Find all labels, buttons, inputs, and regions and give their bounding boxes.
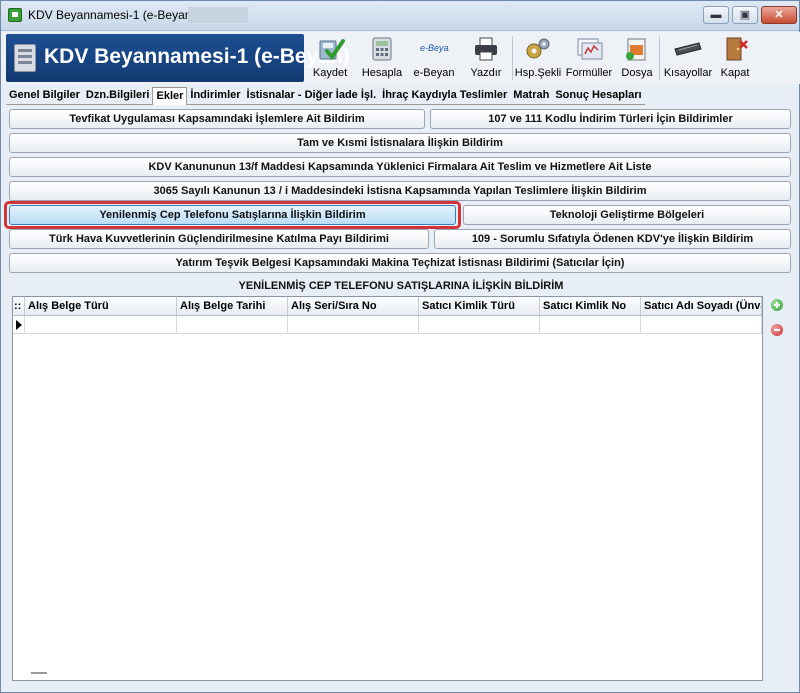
table-row[interactable] (13, 316, 762, 334)
printer-icon (475, 37, 497, 61)
keyboard-icon (674, 42, 702, 56)
calculate-button[interactable]: Hesapla (356, 32, 408, 84)
close-form-button[interactable]: Kapat (716, 32, 754, 84)
gears-icon (526, 38, 550, 59)
maximize-button[interactable]: ▣ (732, 6, 758, 24)
shortcuts-button[interactable]: Kısayollar (660, 32, 716, 84)
e-beyan-label: e-Beyan (413, 67, 455, 79)
cell-alis-belge-tarihi[interactable] (177, 316, 288, 334)
column-alis-belge-tarihi[interactable]: Alış Belge Tarihi (177, 297, 288, 315)
column-alis-seri-sira-no[interactable]: Alış Seri/Sıra No (288, 297, 419, 315)
minimize-button[interactable]: ▬ (703, 6, 729, 24)
save-button[interactable]: Kaydet (304, 32, 356, 84)
column-satici-adi-soyadi[interactable]: Satıcı Adı Soyadı (Ünvanı) (641, 297, 762, 315)
grid-corner[interactable]: :: (13, 297, 25, 315)
column-satici-kimlik-no[interactable]: Satıcı Kimlik No (540, 297, 641, 315)
toolbar: Kaydet Hesapla e-Beyan e-Beyan (304, 32, 754, 84)
tab-dzn-bilgileri[interactable]: Dzn.Bilgileri (82, 87, 153, 105)
cep-telefonu-button[interactable]: Yenilenmiş Cep Telefonu Satışlarına İliş… (9, 205, 456, 225)
shortcuts-label: Kısayollar (663, 67, 713, 79)
cell-satici-kimlik-no[interactable] (540, 316, 641, 334)
tab-genel-bilgiler[interactable]: Genel Bilgiler (6, 87, 83, 105)
calculate-label: Hesapla (361, 67, 403, 79)
tevfikat-button[interactable]: Tevfikat Uygulaması Kapsamındaki İşlemle… (9, 109, 425, 129)
app-window: KDV Beyannamesi-1 (e-Beyan) ▬ ▣ ✕ KDV Be… (0, 0, 800, 693)
tab-istisnalar[interactable]: İstisnalar - Diğer İade İşl. (243, 87, 380, 105)
column-alis-belge-turu[interactable]: Alış Belge Türü (25, 297, 177, 315)
remove-row-icon[interactable] (771, 324, 783, 336)
add-row-icon[interactable] (771, 299, 783, 311)
section-title: YENİLENMİŞ CEP TELEFONU SATIŞLARINA İLİŞ… (238, 280, 564, 292)
document-icon (14, 44, 36, 72)
tab-sonuc-hesaplari[interactable]: Sonuç Hesapları (552, 87, 645, 105)
cell-alis-belge-turu[interactable] (25, 316, 177, 334)
tab-ihrac-kaydiyla[interactable]: İhraç Kaydıyla Teslimler (379, 87, 511, 105)
cell-alis-seri-sira-no[interactable] (288, 316, 419, 334)
formulas-button[interactable]: Formüller (563, 32, 615, 84)
window-title: KDV Beyannamesi-1 (e-Beyan) (28, 8, 196, 22)
calc-mode-button[interactable]: Hsp.Şekli (513, 32, 563, 84)
formulas-label: Formüller (565, 67, 613, 79)
print-label: Yazdır (470, 67, 502, 79)
svg-text:e-Beyan: e-Beyan (420, 43, 449, 53)
e-beyan-icon: e-Beyan (420, 43, 449, 53)
yatirim-tesvik-button[interactable]: Yatırım Teşvik Belgesi Kapsamındaki Maki… (9, 253, 791, 273)
grid-footer-indicator (31, 672, 47, 674)
brand-banner: KDV Beyannamesi-1 (e-Beyan) (6, 34, 350, 82)
save-check-icon (319, 39, 345, 61)
header-band: KDV Beyannamesi-1 (e-Beyan) Kaydet Hesap… (2, 32, 800, 84)
teknoloji-bolgeleri-button[interactable]: Teknoloji Geliştirme Bölgeleri (463, 205, 791, 225)
tab-matrah[interactable]: Matrah (510, 87, 553, 105)
e-beyan-button[interactable]: e-Beyan e-Beyan (408, 32, 460, 84)
print-button[interactable]: Yazdır (460, 32, 512, 84)
current-row-arrow-icon (16, 320, 22, 330)
row-selector[interactable] (13, 316, 25, 334)
grid-header: :: Alış Belge Türü Alış Belge Tarihi Alı… (13, 297, 762, 316)
redacted-title-area (188, 7, 248, 23)
file-icon (626, 38, 646, 61)
tab-indirimler[interactable]: İndirimler (187, 87, 244, 105)
column-satici-kimlik-turu[interactable]: Satıcı Kimlik Türü (419, 297, 540, 315)
cell-satici-kimlik-turu[interactable] (419, 316, 540, 334)
kanun-3065-button[interactable]: 3065 Sayılı Kanunun 13 / i Maddesindeki … (9, 181, 791, 201)
exit-door-icon (726, 37, 748, 61)
tam-kismi-istisna-button[interactable]: Tam ve Kısmi İstisnalara İlişkin Bildiri… (9, 133, 791, 153)
calc-mode-label: Hsp.Şekli (514, 67, 562, 79)
close-form-label: Kapat (720, 67, 750, 79)
cell-satici-adi-soyadi[interactable] (641, 316, 762, 334)
calculator-icon (372, 37, 392, 61)
save-label: Kaydet (312, 67, 348, 79)
close-window-button[interactable]: ✕ (761, 6, 797, 24)
app-icon (8, 8, 22, 22)
hava-kuvvetleri-button[interactable]: Türk Hava Kuvvetlerinin Güçlendirilmesin… (9, 229, 429, 249)
data-grid[interactable]: :: Alış Belge Türü Alış Belge Tarihi Alı… (12, 296, 763, 681)
kdv-13f-button[interactable]: KDV Kanununun 13/f Maddesi Kapsamında Yü… (9, 157, 791, 177)
file-button[interactable]: Dosya (615, 32, 659, 84)
tab-strip: Genel Bilgiler Dzn.Bilgileri Ekler İndir… (6, 87, 645, 105)
title-bar: KDV Beyannamesi-1 (e-Beyan) ▬ ▣ ✕ (1, 1, 799, 31)
kod-107-111-button[interactable]: 107 ve 111 Kodlu İndirim Türleri İçin Bi… (430, 109, 791, 129)
file-label: Dosya (621, 67, 653, 79)
tab-ekler[interactable]: Ekler (152, 87, 188, 105)
sorumlu-109-button[interactable]: 109 - Sorumlu Sıfatıyla Ödenen KDV'ye İl… (434, 229, 791, 249)
formulas-icon (577, 38, 603, 60)
